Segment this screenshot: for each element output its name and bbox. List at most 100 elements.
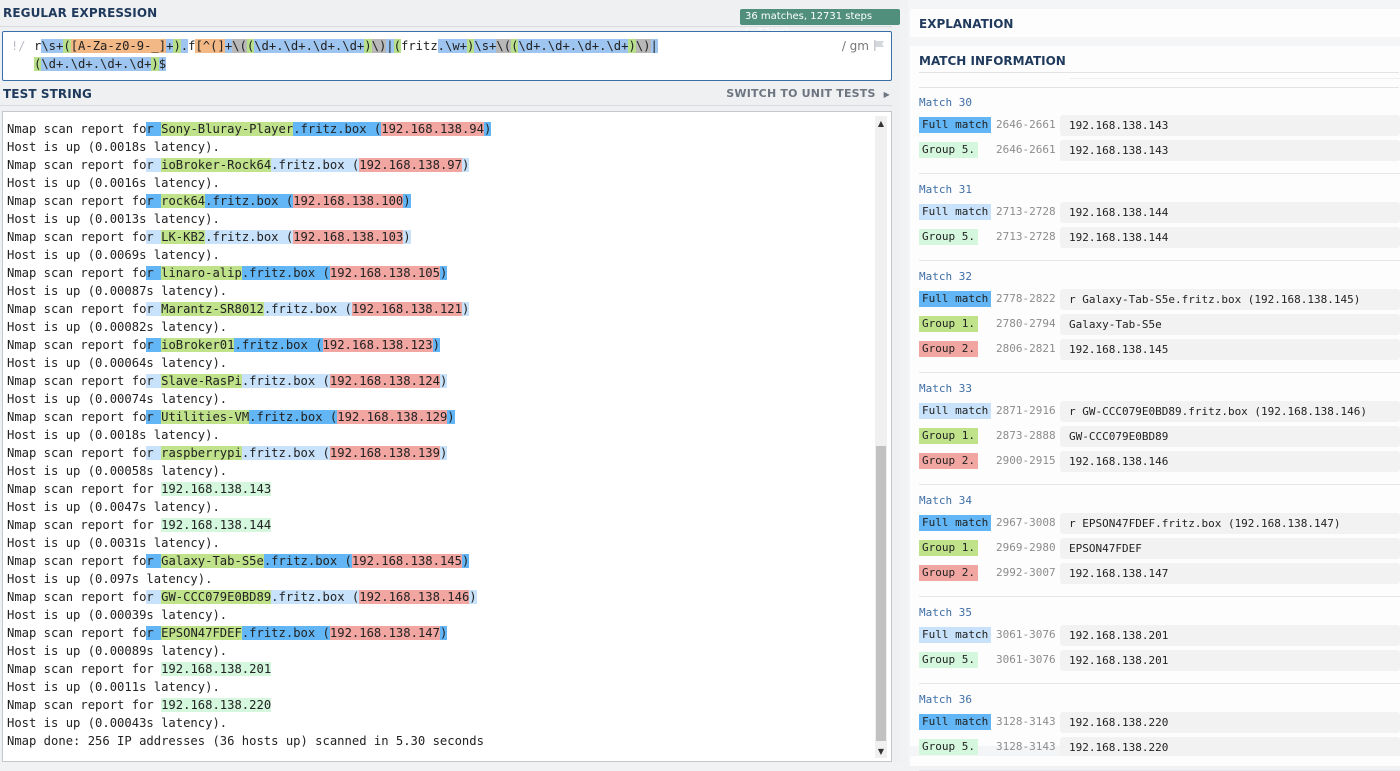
match-highlight[interactable]: 192.168.138.124 — [329, 374, 440, 388]
match-highlight[interactable]: r — [146, 410, 162, 424]
match-highlight[interactable]: r — [146, 122, 162, 136]
match-row[interactable]: Full match 2646-2661 192.168.138.143 — [919, 115, 1400, 136]
match-highlight[interactable]: 192.168.138.121 — [351, 302, 462, 316]
match-row[interactable]: Group 5. 3061-3076 192.168.138.201 — [919, 650, 1400, 671]
match-row-value[interactable]: Galaxy-Tab-S5e — [1060, 314, 1400, 335]
match-highlight[interactable]: ) — [483, 122, 492, 136]
match-highlight[interactable]: 192.168.138.220 — [161, 698, 272, 712]
regex-pattern[interactable]: r\s+([A-Za-z0-9-_]+).f[^(]+\((\d+.\d+.\d… — [34, 37, 814, 73]
match-highlight[interactable]: raspberrypi — [161, 446, 242, 460]
match-highlight[interactable]: 192.168.138.146 — [359, 590, 470, 604]
match-highlight[interactable]: .fritz.box ( — [205, 194, 294, 208]
match-row[interactable]: Group 2. 2900-2915 192.168.138.146 — [919, 451, 1400, 472]
match-row-value[interactable]: 192.168.138.144 — [1060, 202, 1400, 223]
scroll-down-arrow-icon[interactable]: ▼ — [875, 746, 887, 758]
match-highlight[interactable]: ioBroker-Rock64 — [161, 158, 272, 172]
match-row[interactable]: Group 2. 2992-3007 192.168.138.147 — [919, 563, 1400, 584]
match-highlight[interactable]: r — [146, 554, 162, 568]
match-row-value[interactable]: 192.168.138.145 — [1060, 339, 1400, 360]
match-highlight[interactable]: .fritz.box ( — [241, 374, 330, 388]
match-highlight[interactable]: .fritz.box ( — [241, 446, 330, 460]
match-highlight[interactable]: r — [146, 338, 162, 352]
match-row[interactable]: Full match 2967-3008 r EPSON47FDEF.fritz.b… — [919, 513, 1400, 534]
match-highlight[interactable]: ) — [439, 374, 448, 388]
match-highlight[interactable]: Utilities-VM — [161, 410, 250, 424]
match-highlight[interactable]: GW-CCC079E0BD89 — [161, 590, 272, 604]
match-highlight[interactable]: Galaxy-Tab-S5e — [161, 554, 264, 568]
regex-input[interactable]: !/ r\s+([A-Za-z0-9-_]+).f[^(]+\((\d+.\d+… — [2, 31, 892, 81]
match-highlight[interactable]: r — [146, 266, 162, 280]
scroll-up-arrow-icon[interactable]: ▲ — [875, 118, 887, 130]
match-row-value[interactable]: 192.168.138.147 — [1060, 563, 1400, 584]
match-highlight[interactable]: 192.168.138.143 — [161, 482, 272, 496]
match-row[interactable]: Group 1. 2969-2980 EPSON47FDEF — [919, 538, 1400, 559]
match-highlight[interactable]: ioBroker01 — [161, 338, 235, 352]
scroll-thumb[interactable] — [876, 446, 886, 741]
match-highlight[interactable]: .fritz.box ( — [249, 410, 338, 424]
match-highlight[interactable]: ) — [461, 554, 470, 568]
match-highlight[interactable]: Sony-Bluray-Player — [161, 122, 294, 136]
match-highlight[interactable]: 192.168.138.94 — [381, 122, 484, 136]
match-highlight[interactable]: .fritz.box ( — [241, 266, 330, 280]
match-row-value[interactable]: r Galaxy-Tab-S5e.fritz.box (192.168.138.… — [1060, 289, 1400, 310]
match-highlight[interactable]: .fritz.box ( — [205, 230, 294, 244]
explanation-panel[interactable]: EXPLANATION — [910, 9, 1400, 37]
match-highlight[interactable]: r — [146, 374, 162, 388]
match-row-value[interactable]: 192.168.138.144 — [1060, 227, 1400, 248]
match-highlight[interactable]: .fritz.box ( — [263, 554, 352, 568]
match-row[interactable]: Group 5. 2713-2728 192.168.138.144 — [919, 227, 1400, 248]
match-highlight[interactable]: 192.168.138.105 — [329, 266, 440, 280]
match-highlight[interactable]: 192.168.138.145 — [351, 554, 462, 568]
match-row-value[interactable]: r EPSON47FDEF.fritz.box (192.168.138.147… — [1060, 513, 1400, 534]
test-string-editor[interactable]: Nmap scan report for Sony-Bluray-Player.… — [2, 111, 892, 762]
match-row[interactable]: Full match 2778-2822 r Galaxy-Tab-S5e.frit… — [919, 289, 1400, 310]
match-highlight[interactable]: .fritz.box ( — [271, 590, 360, 604]
match-highlight[interactable]: linaro-alip — [161, 266, 242, 280]
match-row-value[interactable]: 192.168.138.146 — [1060, 451, 1400, 472]
match-row[interactable]: Group 1. 2780-2794 Galaxy-Tab-S5e — [919, 314, 1400, 335]
match-highlight[interactable]: EPSON47FDEF — [161, 626, 242, 640]
match-highlight[interactable]: 192.168.138.147 — [329, 626, 440, 640]
match-highlight[interactable]: .fritz.box ( — [241, 626, 330, 640]
match-row-value[interactable]: 192.168.138.143 — [1060, 140, 1400, 161]
match-highlight[interactable]: 192.168.138.100 — [293, 194, 404, 208]
match-highlight[interactable]: ) — [439, 626, 448, 640]
match-row[interactable]: Full match 3061-3076 192.168.138.201 — [919, 625, 1400, 646]
match-highlight[interactable]: rock64 — [161, 194, 206, 208]
match-highlight[interactable]: ) — [461, 158, 470, 172]
match-row-value[interactable]: 192.168.138.143 — [1060, 115, 1400, 136]
match-highlight[interactable]: r — [146, 626, 162, 640]
match-row[interactable]: Full match 2871-2916 r GW-CCC079E0BD89.fri… — [919, 401, 1400, 422]
match-highlight[interactable]: r — [146, 158, 162, 172]
match-highlight[interactable]: .fritz.box ( — [263, 302, 352, 316]
switch-to-unit-tests-link[interactable]: SWITCH TO UNIT TESTS ▶ — [726, 87, 890, 100]
match-highlight[interactable]: ) — [469, 590, 477, 604]
test-string-scrollbar[interactable]: ▲ ▼ — [875, 116, 887, 758]
match-highlight[interactable]: r — [146, 194, 162, 208]
match-highlight[interactable]: ) — [439, 266, 448, 280]
match-highlight[interactable]: .fritz.box ( — [234, 338, 323, 352]
match-row[interactable]: Group 2. 2806-2821 192.168.138.145 — [919, 339, 1400, 360]
match-row-value[interactable]: 192.168.138.220 — [1060, 737, 1400, 758]
match-highlight[interactable]: LK-KB2 — [161, 230, 206, 244]
match-highlight[interactable]: ) — [432, 338, 440, 352]
explanation-title[interactable]: EXPLANATION — [919, 17, 1013, 31]
match-row-value[interactable]: 192.168.138.220 — [1060, 712, 1400, 733]
match-row-value[interactable]: EPSON47FDEF — [1060, 538, 1400, 559]
match-highlight[interactable]: Slave-RasPi — [161, 374, 242, 388]
test-string-content[interactable]: Nmap scan report for Sony-Bluray-Player.… — [7, 120, 492, 750]
regex-flags[interactable]: / gm — [842, 39, 869, 53]
match-highlight[interactable]: ) — [403, 230, 411, 244]
match-highlight[interactable]: r — [146, 590, 162, 604]
match-row-value[interactable]: 192.168.138.201 — [1060, 650, 1400, 671]
match-highlight[interactable]: r — [146, 230, 162, 244]
match-highlight[interactable]: 192.168.138.139 — [329, 446, 440, 460]
match-highlight[interactable]: r — [146, 446, 162, 460]
match-row[interactable]: Full match 2713-2728 192.168.138.144 — [919, 202, 1400, 223]
match-row-value[interactable]: r GW-CCC079E0BD89.fritz.box (192.168.138… — [1060, 401, 1400, 422]
match-information-title[interactable]: MATCH INFORMATION — [919, 54, 1066, 68]
match-highlight[interactable]: 192.168.138.201 — [161, 662, 272, 676]
match-highlight[interactable]: 192.168.138.144 — [161, 518, 272, 532]
match-highlight[interactable]: r — [146, 302, 162, 316]
match-highlight[interactable]: Marantz-SR8012 — [161, 302, 264, 316]
